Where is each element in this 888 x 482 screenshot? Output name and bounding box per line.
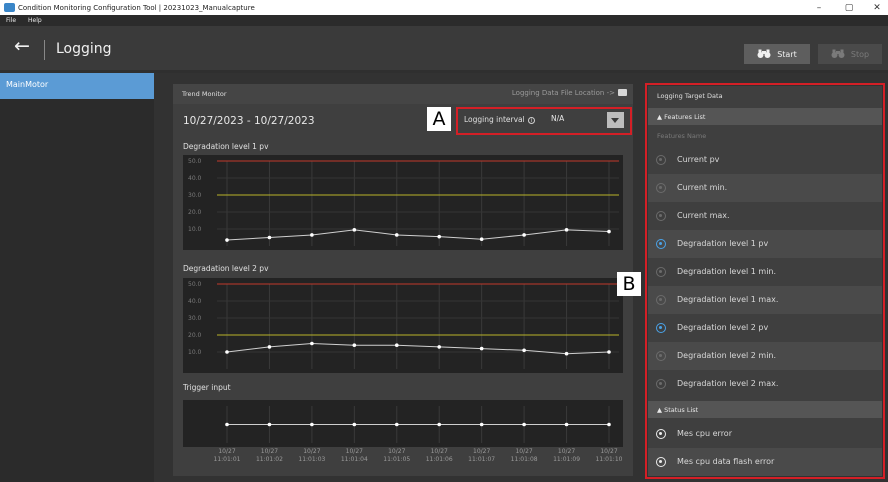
- chart-svg: 50.0 40.0 30.0 20.0 10.0: [188, 281, 619, 369]
- x-tick-label: 10/27 11:01:07: [468, 448, 496, 463]
- stop-button[interactable]: Stop: [818, 44, 882, 64]
- data-point: [267, 235, 272, 240]
- callout-a-label: A: [427, 107, 451, 131]
- app-icon: [4, 3, 15, 12]
- series-line: [226, 229, 610, 241]
- x-tick-label: 10/27 11:01:05: [383, 448, 411, 463]
- data-point: [352, 343, 357, 347]
- x-tick-label: 10/27 11:01:10: [595, 448, 623, 463]
- chart-svg: 50.0 40.0 30.0 20.0 10.0: [188, 158, 619, 246]
- start-label: Start: [777, 49, 797, 59]
- chart-svg: [225, 406, 611, 443]
- log-file-location-link[interactable]: Logging Data File Location ->: [512, 89, 627, 97]
- y-tick-label: 10.0: [188, 349, 202, 356]
- data-point: [352, 228, 357, 232]
- header-divider: [44, 40, 45, 60]
- y-tick-label: 20.0: [188, 209, 202, 216]
- data-point: [437, 234, 442, 239]
- data-point: [522, 422, 526, 427]
- data-point: [522, 348, 526, 353]
- folder-icon[interactable]: [618, 89, 627, 96]
- x-tick-label: 10/27 11:01:03: [298, 448, 326, 463]
- data-point: [267, 345, 272, 349]
- data-point: [607, 422, 611, 427]
- chart-degradation-level-2: 50.0 40.0 30.0 20.0 10.0: [183, 278, 623, 373]
- y-tick-label: 30.0: [188, 315, 202, 322]
- y-tick-label: 20.0: [188, 332, 202, 339]
- info-icon[interactable]: i: [528, 117, 536, 124]
- x-tick-label: 10/27 11:01:02: [255, 448, 283, 463]
- y-tick-label: 50.0: [188, 281, 202, 288]
- logging-target-highlight: [645, 83, 885, 479]
- data-point: [310, 233, 314, 237]
- data-point: [394, 343, 399, 347]
- data-point: [479, 346, 484, 351]
- device-sidebar: MainMotor: [0, 73, 154, 482]
- start-button[interactable]: Start: [744, 44, 810, 64]
- data-point: [437, 422, 442, 427]
- sidebar-item-mainmotor[interactable]: MainMotor: [0, 73, 154, 99]
- stop-label: Stop: [850, 49, 870, 59]
- log-file-location-label: Logging Data File Location ->: [511, 89, 615, 97]
- menu-file[interactable]: File: [6, 17, 16, 24]
- data-point: [564, 351, 569, 356]
- y-tick-label: 10.0: [188, 226, 202, 233]
- y-tick-label: 30.0: [188, 192, 202, 199]
- window-titlebar: Condition Monitoring Configuration Tool …: [0, 0, 888, 15]
- window-title: Condition Monitoring Configuration Tool …: [18, 3, 255, 12]
- x-tick-label: 10/27 11:01:04: [340, 448, 368, 463]
- trend-header: Trend Monitor Logging Data File Location…: [173, 84, 633, 104]
- back-arrow-icon[interactable]: ←: [14, 35, 38, 57]
- data-point: [479, 422, 484, 427]
- data-point: [479, 237, 484, 241]
- y-tick-label: 40.0: [188, 298, 202, 305]
- chart3-label: Trigger input: [183, 383, 231, 392]
- data-point: [437, 345, 442, 349]
- x-tick-label: 10/27 11:01:08: [510, 448, 538, 463]
- x-tick-label: 10/27 11:01:01: [213, 448, 241, 463]
- data-point: [225, 422, 229, 427]
- data-point: [607, 229, 611, 234]
- chart1-label: Degradation level 1 pv: [183, 142, 269, 151]
- menu-help[interactable]: Help: [28, 17, 42, 24]
- page-header: ← Logging Start Stop: [0, 26, 888, 70]
- y-tick-label: 50.0: [188, 158, 202, 165]
- logging-interval-value[interactable]: N/A: [551, 114, 564, 123]
- page-title: Logging: [56, 41, 112, 57]
- data-point: [225, 238, 229, 242]
- menu-bar: File Help: [0, 15, 888, 26]
- y-tick-label: 40.0: [188, 175, 202, 182]
- data-point: [352, 422, 357, 427]
- data-point: [310, 422, 314, 427]
- chart-degradation-level-1: 50.0 40.0 30.0 20.0 10.0: [183, 155, 623, 250]
- data-point: [225, 350, 229, 354]
- chart-trigger-input: [183, 400, 623, 447]
- callout-b-label: B: [617, 272, 641, 296]
- logging-interval-dropdown[interactable]: [607, 112, 624, 128]
- data-point: [267, 422, 272, 427]
- binoculars-icon: [831, 49, 845, 58]
- date-range: 10/27/2023 - 10/27/2023: [183, 115, 315, 127]
- data-point: [564, 228, 569, 232]
- data-point: [564, 422, 569, 427]
- x-tick-label: 10/27 11:01:09: [553, 448, 581, 463]
- binoculars-icon: [757, 49, 771, 58]
- data-point: [522, 233, 526, 237]
- data-point: [310, 341, 314, 346]
- trend-title: Trend Monitor: [182, 90, 227, 98]
- trend-monitor-panel: Trend Monitor Logging Data File Location…: [173, 84, 633, 476]
- logging-interval-label: Logging interval i: [464, 115, 536, 124]
- data-point: [394, 422, 399, 427]
- minimize-button[interactable]: –: [804, 0, 834, 15]
- close-button[interactable]: ✕: [862, 0, 888, 15]
- x-tick-label: 10/27 11:01:06: [425, 448, 453, 463]
- data-point: [607, 350, 611, 354]
- maximize-button[interactable]: ▢: [834, 0, 864, 15]
- chart2-label: Degradation level 2 pv: [183, 264, 269, 273]
- data-point: [394, 233, 399, 237]
